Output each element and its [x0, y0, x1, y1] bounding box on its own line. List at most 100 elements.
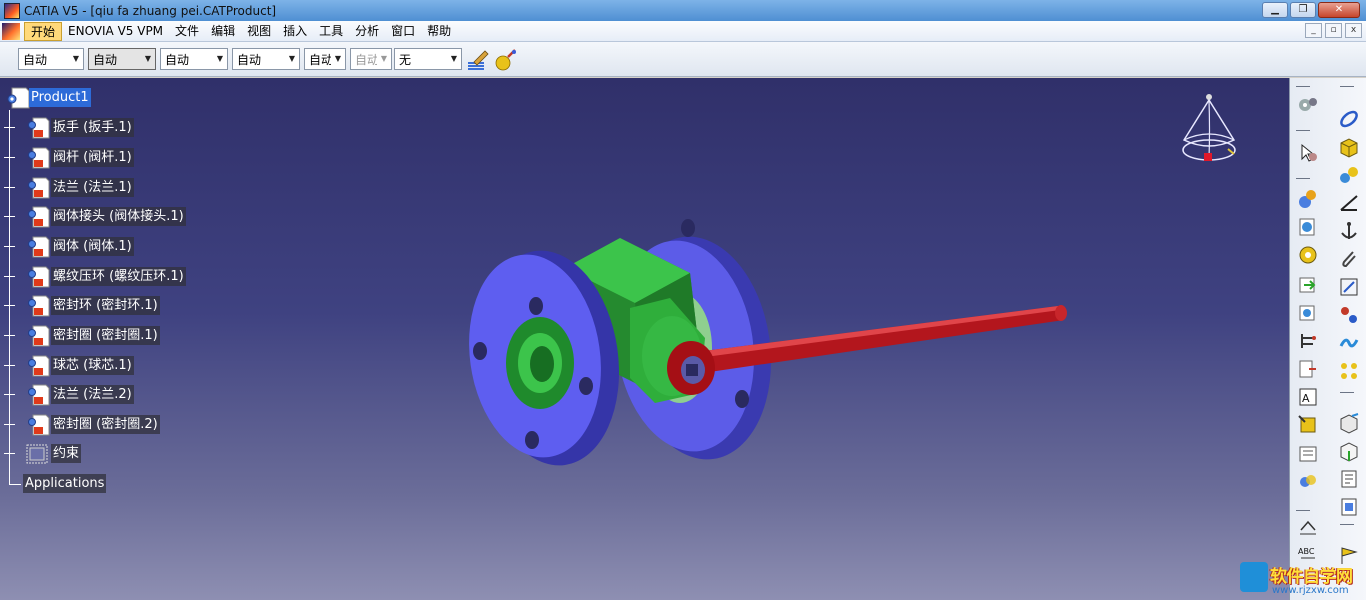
tree-item-label: 约束 — [51, 444, 82, 463]
maximize-button[interactable]: ❐ — [1290, 2, 1316, 18]
tree-item-label: 扳手 (扳手.1) — [51, 118, 134, 137]
new-component-icon[interactable] — [1297, 188, 1319, 210]
anchor-icon[interactable] — [1338, 220, 1360, 242]
expand-icon[interactable] — [4, 300, 15, 311]
link-icon[interactable] — [1338, 108, 1360, 130]
part-icon — [28, 236, 50, 258]
menu-start[interactable]: 开始 — [24, 21, 63, 41]
quick-constraint-icon[interactable] — [1338, 304, 1360, 326]
new-part-icon[interactable] — [1297, 244, 1319, 266]
expand-icon[interactable] — [4, 271, 15, 282]
multiple-parts-icon[interactable] — [1338, 164, 1360, 186]
compass-icon[interactable] — [1176, 92, 1242, 174]
tree-item-label: 阀杆 (阀杆.1) — [51, 148, 134, 167]
doc-restore-button[interactable]: ▫ — [1325, 23, 1342, 38]
flexible-icon[interactable] — [1338, 332, 1360, 354]
expand-icon[interactable] — [4, 182, 15, 193]
transparency-combo[interactable]: 自动 ▼ — [88, 48, 156, 70]
graph-tree-reordering-icon[interactable] — [1297, 330, 1319, 352]
expand-icon[interactable] — [4, 419, 15, 430]
3d-viewport[interactable]: Product1 扳手 (扳手.1) 阀杆 (阀杆.1) 法兰 (法兰.1) 阀… — [0, 78, 1289, 600]
move-constraint-icon[interactable] — [1338, 192, 1360, 214]
part-icon — [28, 147, 50, 169]
select-arrow-icon[interactable] — [1297, 142, 1319, 164]
watermark-logo-icon — [1240, 562, 1268, 592]
chevron-down-icon: ▼ — [288, 54, 296, 63]
menu-analyze[interactable]: 分析 — [349, 22, 385, 41]
toolbar-separator — [1296, 86, 1310, 87]
doc-minimize-button[interactable]: _ — [1305, 23, 1322, 38]
chevron-down-icon: ▼ — [450, 54, 458, 63]
linetype-combo[interactable]: 自动 ▼ — [232, 48, 300, 70]
manipulation-icon[interactable] — [1297, 414, 1319, 436]
toolbar-separator — [1296, 510, 1310, 511]
text-annotation-icon[interactable]: A — [1297, 386, 1319, 408]
chevron-down-icon: ▼ — [216, 54, 224, 63]
expand-icon[interactable] — [4, 360, 15, 371]
tree-item-label: Applications — [23, 474, 107, 493]
tree-item-label: 球芯 (球芯.1) — [51, 356, 134, 375]
paperclip-icon[interactable] — [1338, 248, 1360, 270]
replace-component-icon[interactable] — [1297, 302, 1319, 324]
painter-brush-icon[interactable] — [466, 49, 490, 71]
watermark-url: www.rjzxw.com — [1272, 585, 1349, 596]
menu-window[interactable]: 窗口 — [385, 22, 421, 41]
explode-icon[interactable] — [1338, 412, 1360, 434]
close-button[interactable]: ✕ — [1318, 2, 1360, 18]
existing-component-icon[interactable] — [1297, 274, 1319, 296]
color-combo[interactable]: 自动 ▼ — [18, 48, 84, 70]
gears-icon[interactable] — [1297, 94, 1319, 116]
layer-combo[interactable]: 无 ▼ — [394, 48, 462, 70]
window-title: CATIA V5 - [qiu fa zhuang pei.CATProduct… — [24, 3, 277, 18]
point-symbol-combo[interactable]: 自动 ▼ — [304, 48, 346, 70]
expand-icon[interactable] — [4, 122, 15, 133]
expand-icon[interactable] — [4, 241, 15, 252]
apply-material-icon[interactable] — [494, 49, 518, 71]
part-icon — [28, 355, 50, 377]
catia-app-icon — [4, 2, 20, 19]
product-box-icon[interactable] — [1338, 136, 1360, 158]
menu-enovia[interactable]: ENOVIA V5 VPM — [62, 22, 169, 41]
menu-view[interactable]: 视图 — [241, 22, 277, 41]
menu-edit[interactable]: 编辑 — [205, 22, 241, 41]
chevron-down-icon: ▼ — [72, 54, 80, 63]
rendering-style-combo[interactable]: 自动 ▼ — [350, 48, 392, 70]
tree-connector — [9, 484, 21, 485]
part-icon — [28, 266, 50, 288]
expand-icon[interactable] — [4, 211, 15, 222]
generate-numbering-icon[interactable] — [1297, 358, 1319, 380]
title-bar: CATIA V5 - [qiu fa zhuang pei.CATProduct… — [0, 0, 1366, 21]
tree-item-label: 密封环 (密封环.1) — [51, 296, 160, 315]
minimize-button[interactable]: ▁ — [1262, 2, 1288, 18]
expand-icon[interactable] — [4, 330, 15, 341]
new-product-icon[interactable] — [1297, 216, 1319, 238]
expand-icon[interactable] — [4, 389, 15, 400]
tree-item-label: 法兰 (法兰.2) — [51, 385, 134, 404]
menu-tools[interactable]: 工具 — [313, 22, 349, 41]
toolbar-separator — [1296, 130, 1310, 131]
snap-icon[interactable] — [1338, 440, 1360, 462]
expand-icon[interactable] — [4, 152, 15, 163]
fix-together-icon[interactable] — [1338, 276, 1360, 298]
bill-of-material-icon[interactable] — [1338, 468, 1360, 490]
section-icon[interactable] — [1338, 496, 1360, 518]
valve-assembly-model[interactable] — [440, 178, 1080, 478]
tree-root-label: Product1 — [29, 88, 91, 107]
intersection-check-icon[interactable] — [1297, 442, 1319, 464]
line-thickness-combo[interactable]: 自动 ▼ — [160, 48, 228, 70]
chevron-down-icon: ▼ — [144, 54, 152, 63]
abc-text-icon[interactable]: ABC — [1297, 542, 1319, 564]
menu-insert[interactable]: 插入 — [277, 22, 313, 41]
chevron-down-icon: ▼ — [334, 54, 342, 63]
menu-help[interactable]: 帮助 — [421, 22, 457, 41]
expand-icon[interactable] — [4, 448, 15, 459]
doc-close-button[interactable]: x — [1345, 23, 1362, 38]
menu-file[interactable]: 文件 — [169, 22, 205, 41]
part-icon — [28, 206, 50, 228]
part-icon — [28, 325, 50, 347]
tree-item-label: 法兰 (法兰.1) — [51, 178, 134, 197]
weld-symbol-icon[interactable] — [1297, 516, 1319, 538]
document-icon[interactable] — [2, 22, 20, 40]
reuse-pattern-icon[interactable] — [1338, 360, 1360, 382]
clash-icon[interactable] — [1297, 470, 1319, 492]
